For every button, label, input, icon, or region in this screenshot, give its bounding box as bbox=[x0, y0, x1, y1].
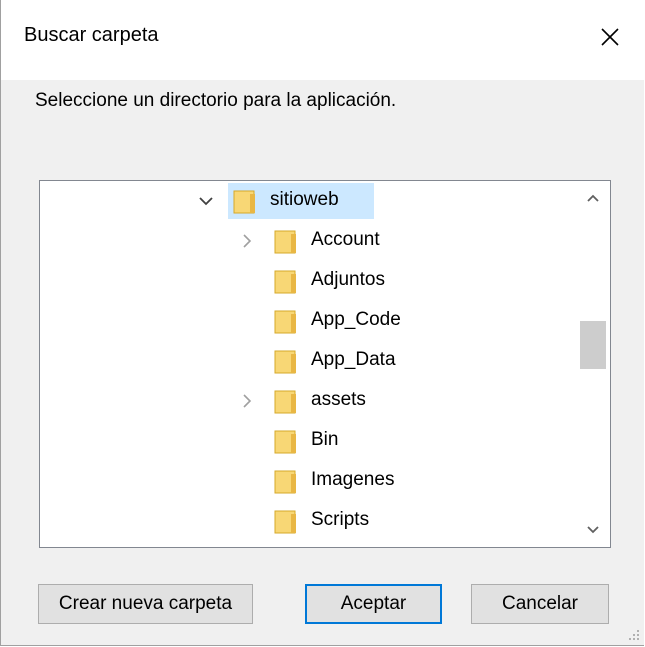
chevron-up-icon bbox=[587, 194, 599, 202]
chevron-right-icon[interactable] bbox=[235, 221, 259, 261]
tree-item-bin[interactable]: Bin bbox=[40, 421, 580, 461]
tree-item-assets[interactable]: assets bbox=[40, 381, 580, 421]
tree-item-label: Imagenes bbox=[311, 469, 395, 490]
tree-item-label: Account bbox=[311, 229, 380, 250]
folder-icon bbox=[274, 230, 296, 254]
dialog-title: Buscar carpeta bbox=[24, 24, 159, 46]
vertical-scrollbar[interactable] bbox=[576, 181, 610, 547]
tree-item-app-data[interactable]: App_Data bbox=[40, 341, 580, 381]
folder-icon bbox=[274, 390, 296, 414]
resize-grip-icon[interactable] bbox=[626, 627, 640, 641]
tree-item-label: Scripts bbox=[311, 509, 370, 530]
ok-button[interactable]: Aceptar bbox=[305, 584, 442, 624]
close-icon bbox=[601, 28, 619, 46]
folder-icon bbox=[233, 190, 255, 214]
tree-item-adjuntos[interactable]: Adjuntos bbox=[40, 261, 580, 301]
chevron-down-icon bbox=[587, 526, 599, 534]
new-folder-button[interactable]: Crear nueva carpeta bbox=[38, 584, 253, 624]
tree-item-app-code[interactable]: App_Code bbox=[40, 301, 580, 341]
chevron-right-icon[interactable] bbox=[235, 381, 259, 421]
tree-item-imagenes[interactable]: Imagenes bbox=[40, 461, 580, 501]
chevron-down-icon[interactable] bbox=[194, 181, 218, 221]
folder-icon bbox=[274, 270, 296, 294]
tree-item-label: assets bbox=[311, 389, 366, 410]
folder-tree[interactable]: sitioweb Account Adjuntos App_Code App_D… bbox=[39, 180, 611, 548]
folder-icon bbox=[274, 510, 296, 534]
folder-icon bbox=[274, 470, 296, 494]
folder-icon bbox=[274, 310, 296, 334]
browse-folder-dialog: Buscar carpeta Seleccione un directorio … bbox=[0, 0, 644, 646]
tree-item-label: sitioweb bbox=[270, 189, 339, 210]
tree-item-label: App_Data bbox=[311, 349, 396, 370]
tree-item-label: Bin bbox=[311, 429, 339, 450]
folder-icon bbox=[274, 350, 296, 374]
instruction-text: Seleccione un directorio para la aplicac… bbox=[35, 90, 397, 111]
cancel-button[interactable]: Cancelar bbox=[471, 584, 609, 624]
folder-icon bbox=[274, 430, 296, 454]
tree-item-scripts[interactable]: Scripts bbox=[40, 501, 580, 541]
scroll-down-button[interactable] bbox=[576, 513, 610, 547]
title-bar: Buscar carpeta bbox=[1, 0, 644, 80]
scroll-up-button[interactable] bbox=[576, 181, 610, 215]
tree-item-label: Adjuntos bbox=[311, 269, 385, 290]
close-button[interactable] bbox=[576, 6, 644, 68]
tree-item-account[interactable]: Account bbox=[40, 221, 580, 261]
tree-item-sitioweb[interactable]: sitioweb bbox=[40, 181, 580, 221]
scroll-thumb[interactable] bbox=[580, 321, 606, 369]
tree-item-label: App_Code bbox=[311, 309, 401, 330]
